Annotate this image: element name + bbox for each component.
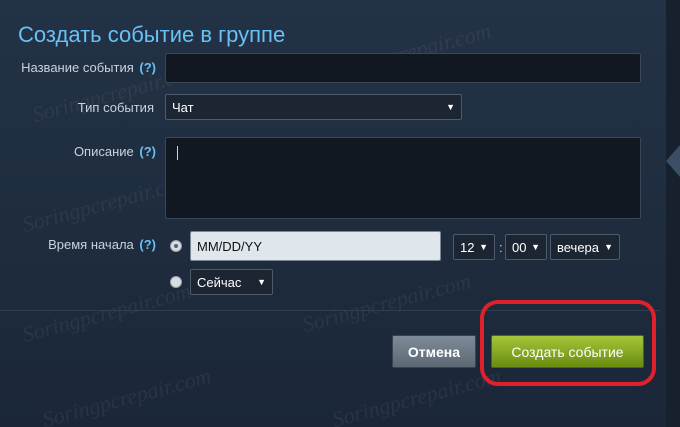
- start-time-help-link[interactable]: (?): [139, 237, 156, 252]
- text-cursor: [177, 146, 178, 160]
- description-help-link[interactable]: (?): [139, 144, 156, 159]
- now-select[interactable]: Сейчас ▼: [190, 269, 273, 295]
- event-type-value: Чат: [172, 99, 194, 115]
- event-name-label-text: Название события: [21, 60, 134, 75]
- chevron-down-icon: ▼: [257, 277, 266, 287]
- chevron-down-icon: ▼: [479, 242, 488, 252]
- minute-value: 00: [512, 239, 527, 255]
- chevron-down-icon: ▼: [531, 242, 540, 252]
- hour-value: 12: [460, 239, 475, 255]
- highlight-annotation: [480, 300, 656, 386]
- minute-select[interactable]: 00 ▼: [505, 234, 547, 260]
- hour-select[interactable]: 12 ▼: [453, 234, 495, 260]
- scrollbar-track[interactable]: [666, 0, 680, 427]
- chevron-down-icon: ▼: [604, 242, 613, 252]
- event-name-input[interactable]: [165, 53, 641, 83]
- now-value: Сейчас: [197, 274, 242, 290]
- start-time-label-text: Время начала: [48, 237, 134, 252]
- ampm-value: вечера: [557, 239, 600, 255]
- event-name-help-link[interactable]: (?): [139, 60, 156, 75]
- page-title: Создать событие в группе: [18, 22, 286, 47]
- description-textarea[interactable]: [165, 137, 641, 219]
- event-type-select[interactable]: Чат ▼: [165, 94, 462, 120]
- now-radio[interactable]: [170, 276, 182, 288]
- chevron-down-icon: ▼: [446, 102, 455, 112]
- specific-time-radio[interactable]: [170, 240, 182, 252]
- event-type-label: Тип события: [77, 100, 154, 115]
- description-label: Описание (?): [74, 144, 156, 159]
- ampm-select[interactable]: вечера ▼: [550, 234, 620, 260]
- event-name-label: Название события (?): [21, 60, 156, 75]
- side-arrow-icon[interactable]: [666, 145, 680, 177]
- time-colon: :: [499, 240, 503, 255]
- date-placeholder: MM/DD/YY: [197, 238, 262, 254]
- date-input[interactable]: MM/DD/YY: [190, 231, 441, 261]
- cancel-button[interactable]: Отмена: [392, 335, 476, 368]
- start-time-label: Время начала (?): [48, 237, 156, 252]
- description-label-text: Описание: [73, 144, 134, 159]
